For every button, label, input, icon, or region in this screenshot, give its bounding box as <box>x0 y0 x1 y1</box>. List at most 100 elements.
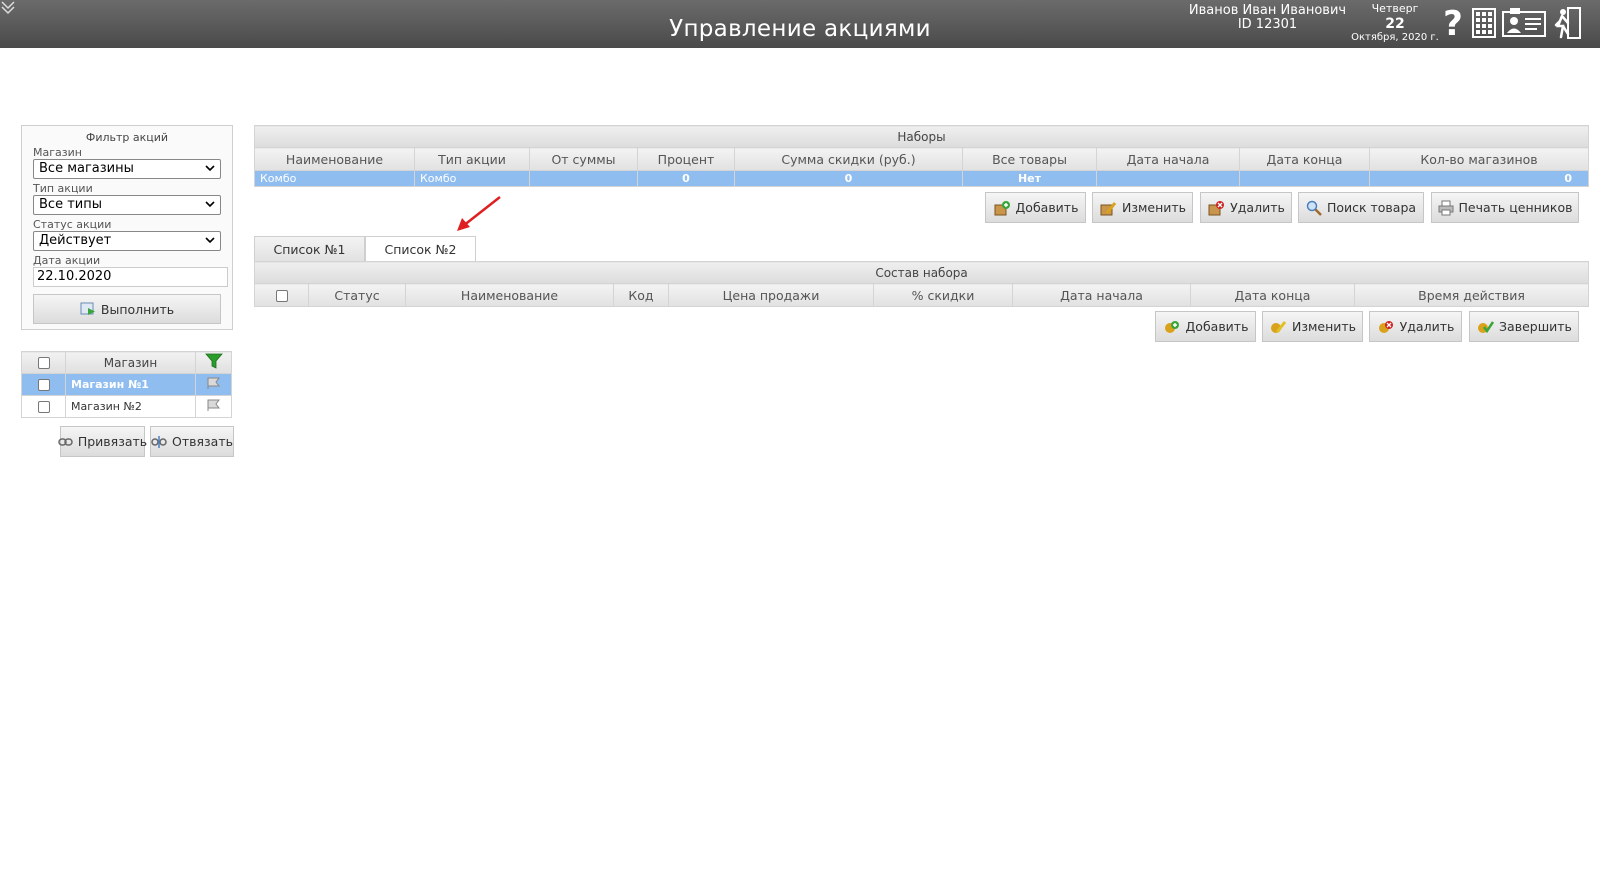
column-header[interactable]: Наименование <box>405 283 614 307</box>
exit-icon[interactable] <box>1554 6 1582 40</box>
store-select[interactable]: Все магазины <box>33 159 221 179</box>
store-column-header: Магазин <box>65 351 196 374</box>
user-id: ID 12301 <box>1237 17 1298 32</box>
unlink-icon <box>151 435 167 448</box>
link-icon <box>58 437 73 446</box>
table-row[interactable]: Комбо Комбо 0 0 Нет 0 <box>254 170 1589 187</box>
column-header[interactable]: Дата начала <box>1096 147 1240 171</box>
set-percent-cell: 0 <box>637 170 735 187</box>
unbind-store-button[interactable]: Отвязать <box>150 426 234 457</box>
date-month: Октября, 2020 г. <box>1351 32 1439 43</box>
printer-icon <box>1438 200 1453 215</box>
finish-item-button[interactable]: Завершить <box>1469 311 1579 342</box>
column-header[interactable]: Тип акции <box>414 147 530 171</box>
select-all-checkbox[interactable] <box>275 290 288 302</box>
add-set-button[interactable]: Добавить <box>985 192 1086 223</box>
select-all-checkbox[interactable] <box>37 357 50 369</box>
column-header[interactable]: Кол-во магазинов <box>1369 147 1589 171</box>
select-all-items-cell <box>254 283 309 307</box>
bind-store-button[interactable]: Привязать <box>58 426 148 457</box>
set-from-sum-cell <box>529 170 638 187</box>
edit-item-label: Изменить <box>1291 319 1357 334</box>
set-date-start-cell <box>1096 170 1240 187</box>
set-composition-grid: Состав набора Статус Наименование Код Це… <box>253 261 1590 307</box>
table-row[interactable]: Магазин №2 <box>21 395 232 418</box>
column-header[interactable]: Цена продажи <box>668 283 874 307</box>
run-button-label: Выполнить <box>100 301 175 317</box>
id-card-icon[interactable] <box>1502 6 1546 40</box>
set-type-cell: Комбо <box>414 170 530 187</box>
bind-store-label: Привязать <box>77 434 148 449</box>
set-store-count-cell: 0 <box>1369 170 1589 187</box>
row-checkbox[interactable] <box>37 401 50 413</box>
date-day: 22 <box>1385 16 1405 32</box>
add-item-button[interactable]: Добавить <box>1155 311 1256 342</box>
status-select-value: Действует <box>39 233 112 248</box>
add-set-label: Добавить <box>1015 200 1079 215</box>
column-header[interactable]: Статус <box>308 283 406 307</box>
user-name: Иванов Иван Иванович <box>1188 3 1347 18</box>
delete-item-label: Удалить <box>1399 319 1455 334</box>
column-header[interactable]: % скидки <box>873 283 1013 307</box>
edit-set-label: Изменить <box>1121 200 1187 215</box>
promo-date-input[interactable]: 22.10.2020 <box>33 267 228 287</box>
column-header[interactable]: Сумма скидки (руб.) <box>734 147 963 171</box>
edit-product-icon <box>1270 320 1287 333</box>
run-button[interactable]: Выполнить <box>33 294 221 324</box>
column-header[interactable]: Все товары <box>962 147 1097 171</box>
column-header[interactable]: Процент <box>637 147 735 171</box>
box-delete-icon <box>1208 200 1225 215</box>
column-header[interactable]: От суммы <box>529 147 638 171</box>
column-header[interactable]: Код <box>613 283 669 307</box>
store-name: Магазин №2 <box>65 395 196 418</box>
set-all-goods-cell: Нет <box>962 170 1097 187</box>
flag-icon[interactable] <box>206 398 222 412</box>
table-row[interactable]: Магазин №1 <box>21 373 232 396</box>
column-header[interactable]: Дата начала <box>1012 283 1191 307</box>
promo-filter-panel: Фильтр акций Магазин Все магазины Тип ак… <box>21 125 233 330</box>
column-header[interactable]: Дата конца <box>1190 283 1355 307</box>
search-icon <box>1306 200 1322 216</box>
status-select[interactable]: Действует <box>33 231 221 251</box>
filter-title: Фильтр акций <box>85 131 169 144</box>
add-product-icon <box>1164 320 1179 333</box>
tab-list-1[interactable]: Список №1 <box>254 236 365 262</box>
delete-item-button[interactable]: Удалить <box>1369 311 1462 342</box>
column-header[interactable]: Дата конца <box>1239 147 1370 171</box>
tab-list-2[interactable]: Список №2 <box>365 236 476 262</box>
delete-set-button[interactable]: Удалить <box>1200 192 1292 223</box>
top-bar: Управление акциями Иванов Иван Иванович … <box>0 0 1600 48</box>
sets-grid: Наборы Наименование Тип акции От суммы П… <box>254 125 1589 187</box>
funnel-filter-icon[interactable] <box>204 353 223 369</box>
help-icon[interactable]: ? <box>1440 6 1466 42</box>
delete-product-icon <box>1378 320 1393 333</box>
select-all-stores-cell <box>21 351 66 374</box>
store-filter-cell <box>195 351 232 374</box>
column-header[interactable]: Наименование <box>254 147 415 171</box>
box-add-icon <box>994 200 1010 215</box>
search-product-label: Поиск товара <box>1326 200 1417 215</box>
edit-item-button[interactable]: Изменить <box>1262 311 1363 342</box>
search-product-button[interactable]: Поиск товара <box>1298 192 1424 223</box>
column-header[interactable]: Время действия <box>1353 283 1590 307</box>
print-price-tags-label: Печать ценников <box>1458 200 1573 215</box>
box-edit-icon <box>1100 201 1117 215</box>
edit-set-button[interactable]: Изменить <box>1092 192 1193 223</box>
print-price-tags-button[interactable]: Печать ценников <box>1431 192 1579 223</box>
store-name: Магазин №1 <box>65 373 196 396</box>
flag-icon[interactable] <box>206 376 222 390</box>
current-date: Четверг 22 Октября, 2020 г. <box>1345 3 1445 44</box>
type-select[interactable]: Все типы <box>33 195 221 215</box>
row-checkbox[interactable] <box>37 379 50 391</box>
chevron-down-icon <box>205 237 215 244</box>
store-table: Магазин Магазин №1 Магазин №2 <box>21 351 232 418</box>
collapse-arrow-icon[interactable] <box>0 0 16 16</box>
status-filter-label: Статус акции <box>33 218 112 231</box>
calculator-icon[interactable] <box>1472 6 1496 40</box>
composition-caption: Состав набора <box>253 261 1590 284</box>
date-filter-label: Дата акции <box>33 254 101 267</box>
run-icon <box>80 302 95 315</box>
chevron-down-icon <box>205 165 215 172</box>
sets-caption: Наборы <box>254 125 1589 148</box>
set-name-cell: Комбо <box>254 170 415 187</box>
